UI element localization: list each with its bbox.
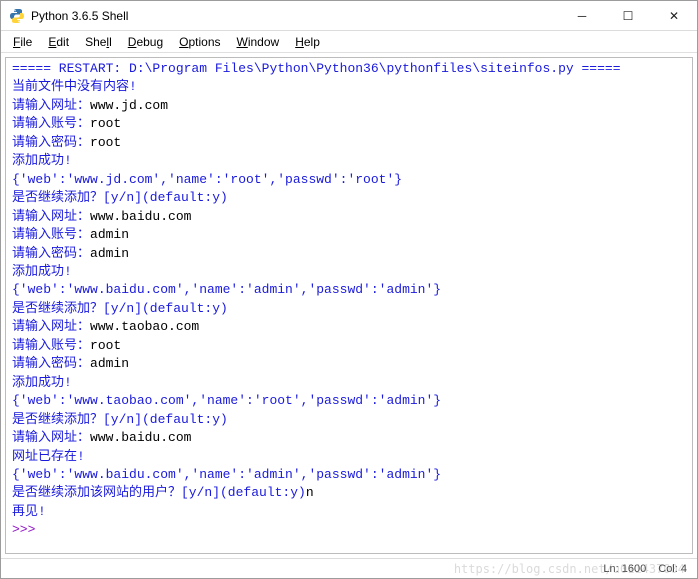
menubar: File Edit Shell Debug Options Window Hel…: [1, 31, 697, 53]
window-title: Python 3.6.5 Shell: [31, 9, 559, 23]
output-line: {'web':'www.jd.com','name':'root','passw…: [12, 171, 686, 189]
output-line: 添加成功!: [12, 152, 686, 170]
titlebar[interactable]: Python 3.6.5 Shell ─ ☐ ✕: [1, 1, 697, 31]
prompt-text: 请输入账号：: [12, 116, 90, 131]
output-line: {'web':'www.baidu.com','name':'admin','p…: [12, 466, 686, 484]
user-input: admin: [90, 356, 129, 371]
status-col: Col: 4: [658, 563, 687, 575]
output-line: {'web':'www.taobao.com','name':'root','p…: [12, 392, 686, 410]
maximize-button[interactable]: ☐: [605, 1, 651, 30]
shell-output[interactable]: ===== RESTART: D:\Program Files\Python\P…: [5, 57, 693, 554]
user-input: www.jd.com: [90, 98, 168, 113]
user-input: admin: [90, 246, 129, 261]
output-line: 当前文件中没有内容!: [12, 78, 686, 96]
prompt-text: 请输入网址：: [12, 209, 90, 224]
prompt-text: 请输入网址：: [12, 430, 90, 445]
statusbar: https://blog.csdn.net/u011437004 Ln: 160…: [1, 558, 697, 578]
status-line: Ln: 1600: [603, 563, 646, 575]
output-line: 添加成功!: [12, 374, 686, 392]
output-line: 添加成功!: [12, 263, 686, 281]
output-line: 请输入密码：admin: [12, 245, 686, 263]
output-line: 网址已存在!: [12, 448, 686, 466]
menu-debug[interactable]: Debug: [122, 34, 169, 50]
menu-file[interactable]: File: [7, 34, 38, 50]
user-input: n: [306, 485, 314, 500]
prompt-text: 请输入密码：: [12, 135, 90, 150]
output-line: 是否继续添加？[y/n](default:y): [12, 189, 686, 207]
output-line: 请输入账号：root: [12, 337, 686, 355]
user-input: www.baidu.com: [90, 209, 191, 224]
user-input: www.taobao.com: [90, 319, 199, 334]
python-shell-window: Python 3.6.5 Shell ─ ☐ ✕ File Edit Shell…: [0, 0, 698, 579]
prompt-text: 请输入账号：: [12, 338, 90, 353]
output-line: 请输入网址：www.taobao.com: [12, 318, 686, 336]
prompt-text: 是否继续添加该网站的用户？[y/n](default:y): [12, 485, 306, 500]
output-line: 是否继续添加该网站的用户？[y/n](default:y)n: [12, 484, 686, 502]
menu-shell[interactable]: Shell: [79, 34, 118, 50]
output-line: 请输入密码：admin: [12, 355, 686, 373]
prompt-text: 请输入网址：: [12, 98, 90, 113]
prompt-text: 请输入网址：: [12, 319, 90, 334]
prompt-text: 请输入账号：: [12, 227, 90, 242]
output-line: 请输入网址：www.baidu.com: [12, 208, 686, 226]
prompt-text: 请输入密码：: [12, 356, 90, 371]
output-line: 请输入账号：root: [12, 115, 686, 133]
menu-help[interactable]: Help: [289, 34, 326, 50]
output-line: ===== RESTART: D:\Program Files\Python\P…: [12, 60, 686, 78]
watermark: https://blog.csdn.net/u011437004: [454, 562, 685, 576]
output-line: 请输入网址：www.baidu.com: [12, 429, 686, 447]
menu-window[interactable]: Window: [231, 34, 286, 50]
minimize-button[interactable]: ─: [559, 1, 605, 30]
output-line: 再见!: [12, 503, 686, 521]
python-icon: [9, 8, 25, 24]
user-input: www.baidu.com: [90, 430, 191, 445]
user-input: admin: [90, 227, 129, 242]
menu-edit[interactable]: Edit: [42, 34, 75, 50]
user-input: root: [90, 338, 121, 353]
window-controls: ─ ☐ ✕: [559, 1, 697, 30]
output-line: 请输入密码：root: [12, 134, 686, 152]
output-line: >>>: [12, 521, 686, 539]
menu-options[interactable]: Options: [173, 34, 226, 50]
prompt-text: 请输入密码：: [12, 246, 90, 261]
user-input: root: [90, 135, 121, 150]
output-line: 是否继续添加？[y/n](default:y): [12, 411, 686, 429]
close-button[interactable]: ✕: [651, 1, 697, 30]
output-line: 请输入账号：admin: [12, 226, 686, 244]
output-line: {'web':'www.baidu.com','name':'admin','p…: [12, 281, 686, 299]
user-input: root: [90, 116, 121, 131]
output-line: 是否继续添加？[y/n](default:y): [12, 300, 686, 318]
output-line: 请输入网址：www.jd.com: [12, 97, 686, 115]
